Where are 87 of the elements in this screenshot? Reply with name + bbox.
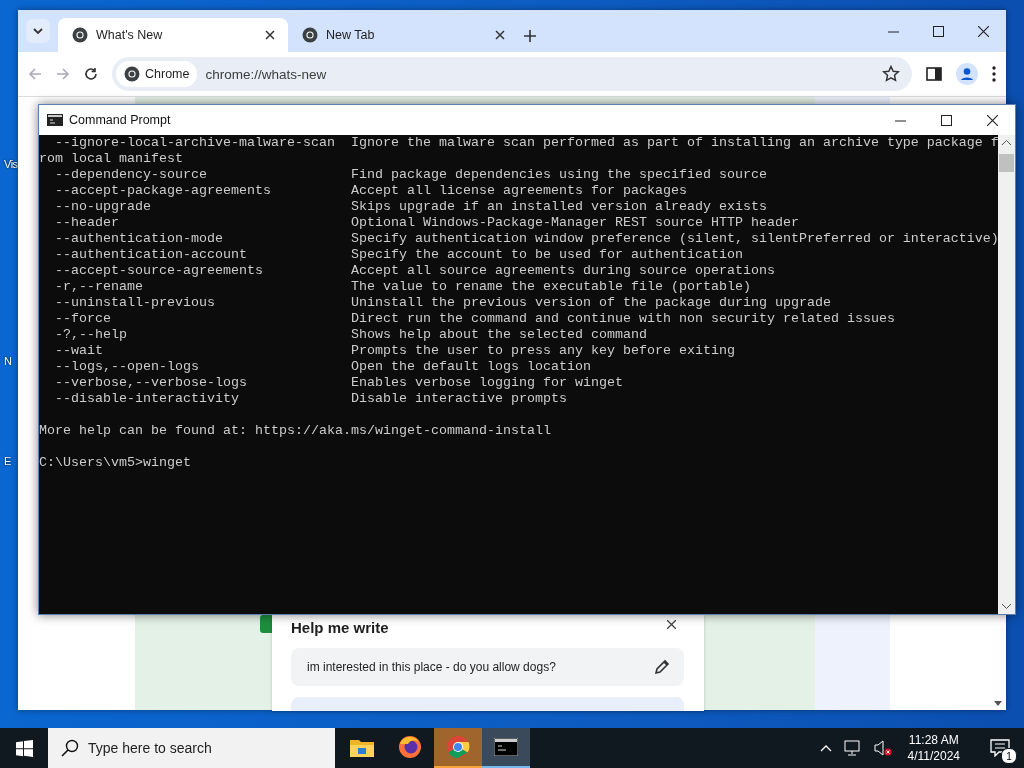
- option-description: Accept all source agreements during source operations: [351, 263, 775, 279]
- option-description: Direct run the command and continue with non security related issues: [351, 311, 895, 327]
- option-description: Uninstall the previous version of the package during upgrade: [351, 295, 831, 311]
- browser-tab[interactable]: New Tab: [288, 18, 518, 52]
- option-name: -r,--rename: [55, 279, 143, 294]
- chrome-logo-icon: [124, 66, 140, 82]
- option-name: --logs,--open-logs: [55, 359, 199, 374]
- close-icon[interactable]: [978, 25, 989, 37]
- close-icon[interactable]: [987, 114, 998, 126]
- time-text: 11:28 AM: [908, 732, 959, 748]
- option-name: --uninstall-previous: [55, 295, 215, 310]
- option-name: --verbose,--verbose-logs: [55, 375, 247, 390]
- terminal-line: C:\Users\vm5>winget: [39, 455, 191, 471]
- pencil-icon[interactable]: [654, 659, 670, 675]
- maximize-icon[interactable]: [933, 25, 944, 37]
- option-name: --disable-interactivity: [55, 391, 239, 406]
- option-description: Shows help about the selected command: [351, 327, 647, 343]
- card-title: Help me write: [291, 619, 389, 636]
- more-menu-icon[interactable]: [992, 66, 996, 82]
- option-description: Enables verbose logging for winget: [351, 375, 623, 391]
- search-field[interactable]: Type here to search: [48, 728, 335, 768]
- option-name: --authentication-mode: [55, 231, 223, 246]
- scrollbar-thumb[interactable]: [999, 154, 1014, 172]
- browser-tab[interactable]: What's New: [58, 18, 288, 52]
- url-text: chrome://whats-new: [205, 66, 328, 82]
- option-description: Specify authentication window preference (silent, silentPreferred or interactive): [351, 231, 998, 247]
- option-description: Skips upgrade if an installed version already exists: [351, 199, 767, 215]
- site-chip[interactable]: Chrome: [116, 61, 198, 87]
- tab-title: What's New: [96, 28, 164, 42]
- fox-globe-icon: [398, 735, 422, 759]
- new-tab-icon[interactable]: [524, 30, 536, 42]
- scroll-up-icon[interactable]: [1002, 140, 1011, 145]
- scroll-down-icon[interactable]: [994, 701, 1002, 706]
- chrome-logo-icon: [72, 27, 88, 43]
- option-description: Optional Windows-Package-Manager REST source HTTP header: [351, 215, 799, 231]
- chrome-logo-icon: [446, 735, 470, 759]
- option-description: Disable interactive prompts: [351, 391, 567, 407]
- terminal-line: More help can be found at: https://aka.ms/winget-command-install: [39, 423, 551, 439]
- maximize-icon[interactable]: [941, 114, 952, 126]
- star-icon[interactable]: [882, 65, 900, 83]
- address-bar[interactable]: Chrome chrome://whats-new: [112, 57, 912, 91]
- muted-speaker-icon[interactable]: [873, 740, 892, 756]
- close-icon: [495, 30, 505, 40]
- option-description: Ignore the malware scan performed as part of installing an archive type package f: [351, 135, 998, 151]
- close-icon: [667, 620, 676, 629]
- option-description: Accept all license agreements for packages: [351, 183, 687, 199]
- search-icon: [61, 739, 79, 757]
- network-icon[interactable]: [843, 740, 862, 756]
- scroll-down-icon[interactable]: [1002, 604, 1011, 609]
- option-description: Open the default logs location: [351, 359, 591, 375]
- option-name: --accept-package-agreements: [55, 183, 271, 198]
- option-name: --ignore-local-archive-malware-scan: [55, 135, 335, 150]
- option-name: --authentication-account: [55, 247, 247, 262]
- option-name: --accept-source-agreements: [55, 263, 263, 278]
- caret-icon: [33, 28, 43, 34]
- terminal-line: rom local manifest: [39, 151, 183, 167]
- chevron-up-icon[interactable]: [819, 744, 832, 752]
- option-name: --wait: [55, 343, 103, 358]
- option-name: --header: [55, 215, 119, 230]
- chrome-logo-icon: [302, 27, 318, 43]
- option-name: -?,--help: [55, 327, 127, 342]
- option-description: The value to rename the executable file (portable): [351, 279, 751, 295]
- desktop-icon-label[interactable]: E: [4, 455, 11, 467]
- option-name: --force: [55, 311, 111, 326]
- desktop-icon-label[interactable]: N: [4, 355, 12, 367]
- option-description: Specify the account to be used for authentication: [351, 247, 743, 263]
- option-name: --no-upgrade: [55, 199, 151, 214]
- tab-search-button[interactable]: [26, 19, 50, 43]
- side-panel-icon[interactable]: [926, 66, 942, 82]
- option-name: --dependency-source: [55, 167, 207, 182]
- desktop-icon-label[interactable]: Vis: [4, 158, 18, 170]
- close-icon: [265, 30, 275, 40]
- option-description: Prompts the user to press any key before exiting: [351, 343, 735, 359]
- date-text: 4/11/2024: [907, 748, 960, 764]
- option-description: Find package dependencies using the specified source: [351, 167, 767, 183]
- notification-count: 1: [1001, 748, 1017, 764]
- tab-title: New Tab: [326, 28, 376, 42]
- clock[interactable]: 11:28 AM 4/11/2024: [907, 732, 960, 764]
- taskbar-app-button[interactable]: [482, 728, 530, 768]
- folder-icon: [350, 737, 374, 757]
- prompt-field[interactable]: im interested in this place - do you allow dogs?: [291, 648, 684, 686]
- windows-logo-icon: [15, 739, 33, 757]
- profile-icon[interactable]: [956, 63, 978, 85]
- window-title: Command Prompt: [69, 113, 172, 127]
- terminal-icon: [494, 738, 518, 756]
- terminal-icon: [47, 114, 63, 126]
- reload-icon[interactable]: [84, 67, 98, 81]
